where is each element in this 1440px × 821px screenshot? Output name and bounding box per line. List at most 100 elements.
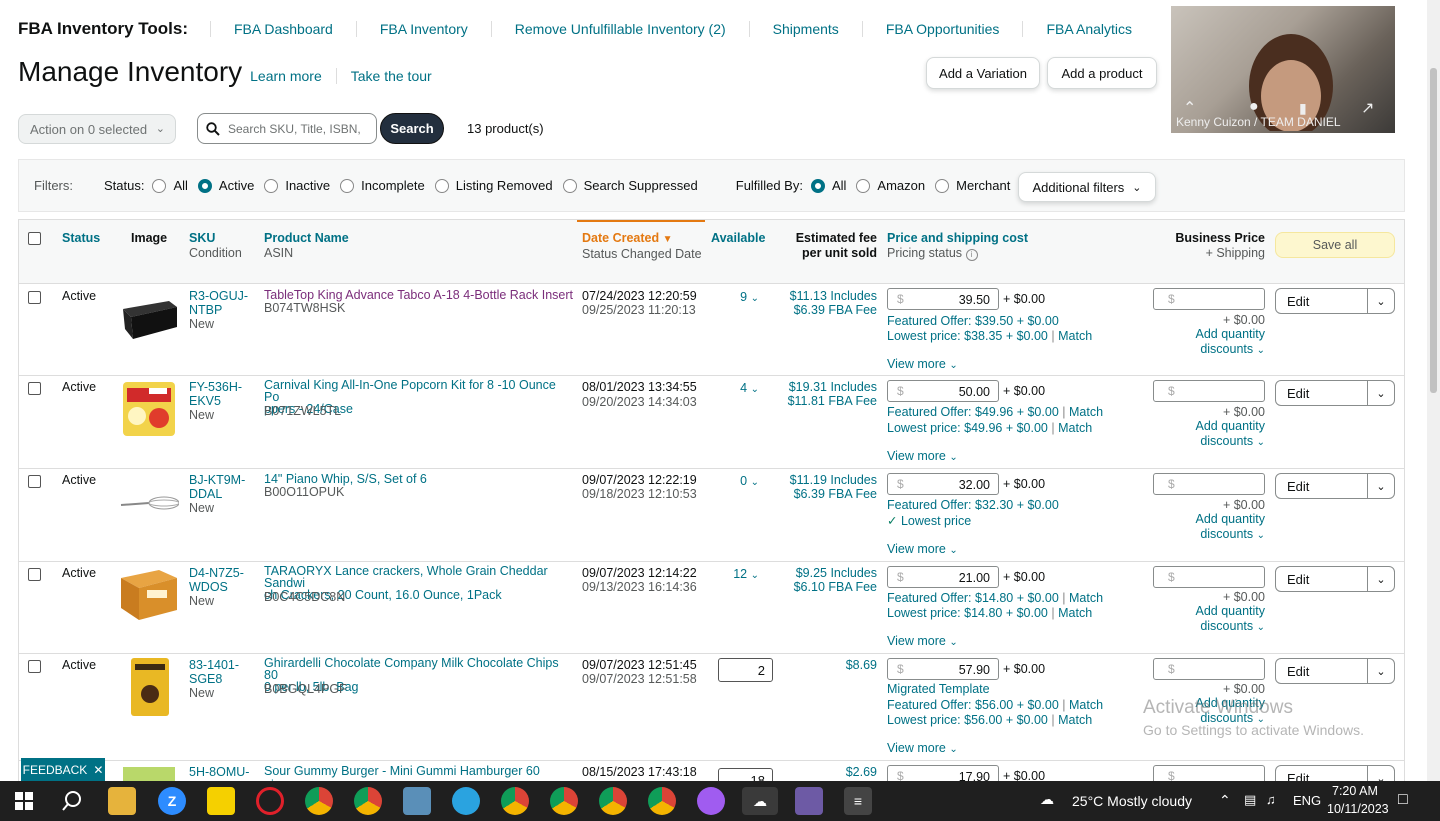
row-sku[interactable]: 5H-8OMU- (189, 765, 249, 779)
product-image-crackers[interactable] (119, 564, 179, 624)
row-checkbox[interactable] (28, 475, 41, 488)
row-estimated-fee[interactable]: $9.25 Includes $6.10 FBA Fee (764, 566, 877, 594)
clock-date[interactable]: 10/11/2023 (1327, 802, 1389, 816)
volume-icon[interactable]: ♫ (1266, 792, 1276, 807)
add-variation-button[interactable]: Add a Variation (926, 57, 1040, 89)
edit-button[interactable]: Edit ⌄ (1275, 658, 1395, 684)
view-more-link[interactable]: View more ⌄ (887, 741, 958, 757)
business-price-input[interactable]: $ (1153, 566, 1265, 588)
chevron-down-icon[interactable]: ⌄ (1367, 659, 1394, 683)
match-link[interactable]: Match (1058, 713, 1092, 727)
price-input[interactable]: $32.00 (887, 473, 999, 495)
price-input[interactable]: $21.00 (887, 566, 999, 588)
row-sku[interactable]: FY-536H- EKV5 (189, 380, 242, 408)
status-option-incomplete[interactable]: Incomplete (340, 178, 425, 193)
file-explorer-icon[interactable] (108, 787, 136, 815)
view-more-link[interactable]: View more ⌄ (887, 542, 958, 558)
nav-fba-dashboard[interactable]: FBA Dashboard (210, 21, 356, 37)
info-icon[interactable]: i (965, 249, 978, 261)
app-icon[interactable] (403, 787, 431, 815)
nav-fba-opportunities[interactable]: FBA Opportunities (861, 21, 1023, 37)
header-product-name[interactable]: Product Name ASIN (264, 231, 349, 261)
row-available[interactable]: 12 ⌄ (719, 567, 759, 583)
row-estimated-fee[interactable]: $11.13 Includes $6.39 FBA Fee (764, 289, 877, 317)
photos-app-icon[interactable]: ☁ (742, 787, 778, 815)
status-option-search-suppressed[interactable]: Search Suppressed (562, 178, 698, 193)
notifications-icon[interactable]: □ (1398, 791, 1408, 809)
match-link[interactable]: Match (1058, 606, 1092, 620)
row-checkbox[interactable] (28, 568, 41, 581)
page-scrollbar[interactable] (1427, 0, 1440, 781)
header-status[interactable]: Status (62, 231, 100, 246)
clock-time[interactable]: 7:20 AM (1332, 784, 1378, 798)
view-more-link[interactable]: View more ⌄ (887, 634, 958, 650)
product-image-gummy-burger[interactable] (119, 763, 179, 783)
business-price-input[interactable]: $ (1153, 473, 1265, 495)
add-quantity-discounts-link[interactable]: Add quantity discounts ⌄ (1169, 419, 1266, 450)
windows-start-icon[interactable] (10, 787, 38, 815)
edit-button[interactable]: Edit ⌄ (1275, 566, 1395, 592)
status-option-active[interactable]: Active (197, 178, 254, 193)
nav-remove-unfulfillable[interactable]: Remove Unfulfillable Inventory (2) (490, 21, 749, 37)
chrome-icon[interactable] (305, 787, 333, 815)
telegram-icon[interactable] (452, 787, 480, 815)
row-checkbox[interactable] (28, 660, 41, 673)
close-icon[interactable]: ✕ (93, 763, 103, 777)
row-sku[interactable]: D4-N7Z5- WDOS (189, 566, 244, 594)
header-available[interactable]: Available (711, 231, 765, 246)
row-product-name[interactable]: 14" Piano Whip, S/S, Set of 6 (264, 472, 574, 486)
status-option-inactive[interactable]: Inactive (264, 178, 330, 193)
weather-text[interactable]: 25°C Mostly cloudy (1072, 793, 1192, 809)
add-quantity-discounts-link[interactable]: Add quantity discounts ⌄ (1169, 327, 1266, 358)
select-all-checkbox[interactable] (28, 232, 41, 245)
opera-icon[interactable] (256, 787, 284, 815)
price-input[interactable]: $50.00 (887, 380, 999, 402)
chevron-down-icon[interactable]: ⌄ (1367, 474, 1394, 498)
match-link[interactable]: Match (1069, 405, 1103, 419)
business-price-input[interactable]: $ (1153, 658, 1265, 680)
add-quantity-discounts-link[interactable]: Add quantity discounts ⌄ (1169, 604, 1266, 635)
fulfilled-option-merchant[interactable]: Merchant (935, 178, 1010, 193)
product-image-bottle-rack[interactable] (119, 291, 179, 351)
business-price-input[interactable]: $ (1153, 380, 1265, 402)
status-option-all[interactable]: All (152, 178, 188, 193)
fulfilled-option-all[interactable]: All (810, 178, 846, 193)
edit-button[interactable]: Edit ⌄ (1275, 380, 1395, 406)
price-input[interactable]: $57.90 (887, 658, 999, 680)
weather-icon[interactable]: ☁ (1040, 791, 1054, 808)
pricing-template[interactable]: Migrated Template (887, 682, 990, 696)
chevron-down-icon[interactable]: ⌄ (1367, 289, 1394, 313)
row-checkbox[interactable] (28, 382, 41, 395)
row-estimated-fee[interactable]: $19.31 Includes $11.81 FBA Fee (764, 380, 877, 408)
sticky-notes-icon[interactable] (207, 787, 235, 815)
expand-icon[interactable]: ↗ (1361, 98, 1374, 118)
business-price-input[interactable]: $ (1153, 288, 1265, 310)
row-available[interactable]: 9 ⌄ (719, 290, 759, 306)
match-link[interactable]: Match (1058, 421, 1092, 435)
learn-more-link[interactable]: Learn more (250, 68, 337, 84)
row-checkbox[interactable] (28, 291, 41, 304)
fulfilled-option-amazon[interactable]: Amazon (856, 178, 925, 193)
chrome-profile-icon[interactable] (648, 787, 676, 815)
status-option-listing-removed[interactable]: Listing Removed (434, 178, 553, 193)
row-sku[interactable]: BJ-KT9M- DDAL (189, 473, 245, 501)
nav-fba-analytics[interactable]: FBA Analytics (1022, 21, 1155, 37)
add-product-button[interactable]: Add a product (1047, 57, 1157, 89)
chevron-down-icon[interactable]: ⌄ (1367, 567, 1394, 591)
chrome-profile-icon[interactable] (550, 787, 578, 815)
messenger-icon[interactable] (697, 787, 725, 815)
zoom-icon[interactable]: Z (158, 787, 186, 815)
row-sku[interactable]: 83-1401- SGE8 (189, 658, 239, 686)
chrome-profile-icon[interactable] (599, 787, 627, 815)
row-available[interactable]: 4 ⌄ (719, 381, 759, 397)
language-indicator[interactable]: ENG (1293, 793, 1321, 808)
match-link[interactable]: Match (1058, 329, 1092, 343)
header-sku[interactable]: SKU Condition (189, 231, 242, 261)
video-call-overlay[interactable]: ⌃ ● ▮ ↗ Kenny Cuizon / TEAM DANIEL (1171, 6, 1395, 133)
nav-fba-inventory[interactable]: FBA Inventory (355, 21, 491, 37)
row-product-name[interactable]: TableTop King Advance Tabco A-18 4-Bottl… (264, 288, 574, 302)
match-link[interactable]: Match (1069, 698, 1103, 712)
product-image-piano-whip[interactable] (119, 471, 179, 531)
edit-button[interactable]: Edit ⌄ (1275, 473, 1395, 499)
row-sku[interactable]: R3-OGUJ- NTBP (189, 289, 248, 317)
